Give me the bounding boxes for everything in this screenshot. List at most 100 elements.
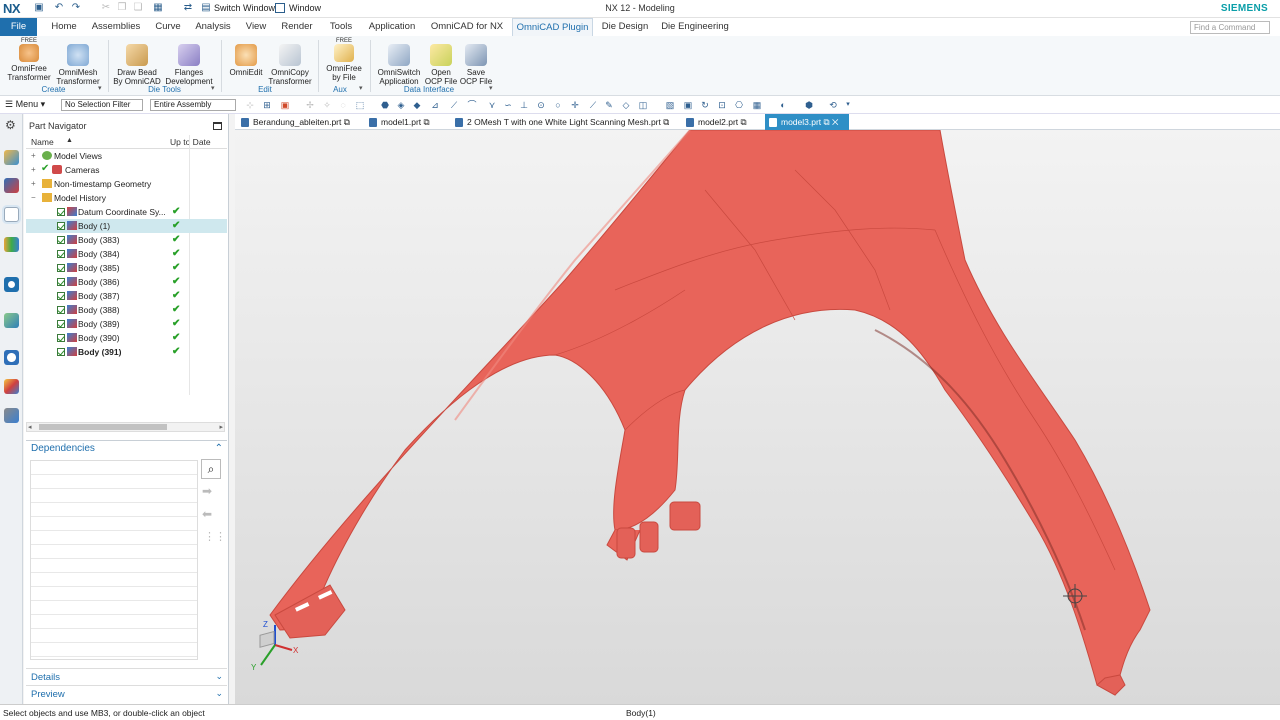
visibility-checkbox[interactable] [57, 320, 65, 328]
filter-icon[interactable]: ⊞ [262, 100, 272, 110]
snap-quadrant-icon[interactable]: ○ [553, 100, 563, 110]
more-dropdown-icon[interactable]: ▾ [843, 100, 853, 110]
tree-item-model-history[interactable]: − Model History [26, 191, 227, 205]
command-search-input[interactable]: Find a Command [1190, 21, 1270, 34]
tab-model1[interactable]: model1.prt ⧉ [365, 114, 443, 130]
rotate-icon[interactable]: ↻ [700, 100, 710, 110]
tab-berandung-ableiten[interactable]: Berandung_ableiten.prt ⧉ [237, 114, 355, 130]
fit-icon[interactable]: ▣ [683, 100, 693, 110]
snap-midpoint-icon[interactable]: ⟋ [449, 100, 459, 110]
expand-icon[interactable]: + [31, 165, 39, 174]
constraint-navigator-icon[interactable] [4, 178, 19, 193]
tab-tools[interactable]: Tools [324, 18, 358, 36]
tab-omnicad-plugin[interactable]: OmniCAD Plugin [512, 18, 593, 36]
expand-down-icon[interactable]: ⌄ [215, 671, 223, 682]
tab-view[interactable]: View [241, 18, 271, 36]
collapse-up-icon[interactable]: ⌃ [215, 443, 223, 454]
column-up-to-date[interactable]: Up to Date [170, 137, 211, 147]
search-icon[interactable]: ⌕ [201, 459, 221, 479]
die-tools-dropdown-icon[interactable]: ▾ [211, 84, 215, 92]
omnimesh-transformer-button[interactable]: OmniMesh Transformer [54, 38, 102, 86]
visibility-checkbox[interactable] [57, 236, 65, 244]
previous-arrow-icon[interactable]: ⬅ [202, 507, 212, 521]
collapse-icon[interactable]: − [31, 193, 39, 202]
details-header[interactable]: Details ⌄ [26, 668, 227, 683]
scroll-left-icon[interactable]: ◂ [28, 423, 32, 431]
display-mode-icon[interactable]: ◐ [778, 100, 788, 110]
tree-item-body-383[interactable]: Body (383) ✔ [26, 233, 227, 247]
close-tab-icon[interactable]: ✕ [832, 117, 838, 127]
layout-icon[interactable]: ▦ [752, 100, 762, 110]
point-icon[interactable]: ✢ [305, 100, 315, 110]
dependencies-header[interactable]: Dependencies ⌃ [26, 440, 227, 455]
snap-endpoint-icon[interactable]: ⊿ [430, 100, 440, 110]
menu-button[interactable]: ☰ Menu ▾ [5, 99, 45, 110]
tree-item-body-390[interactable]: Body (390) ✔ [26, 331, 227, 345]
omnifree-transformer-button[interactable]: FREE OmniFree Transformer [5, 38, 53, 82]
selection-scope-select[interactable]: Entire Assembly [150, 99, 236, 111]
snap-intersection-icon[interactable]: ✛ [570, 100, 580, 110]
omnifree-by-file-button[interactable]: FREE OmniFree by File [322, 38, 366, 82]
visibility-checkbox[interactable] [57, 348, 65, 356]
visibility-checkbox[interactable] [57, 306, 65, 314]
shading-icon[interactable]: ⬢ [804, 100, 814, 110]
maximize-icon[interactable] [213, 122, 222, 130]
tab-die-engineering[interactable]: Die Engineering [659, 18, 731, 36]
select-all-icon[interactable]: ▣ [280, 100, 290, 110]
visibility-checkbox[interactable] [57, 278, 65, 286]
save-ocp-file-button[interactable]: Save OCP File [459, 38, 493, 86]
create-group-dropdown-icon[interactable]: ▾ [98, 84, 102, 92]
tab-die-design[interactable]: Die Design [598, 18, 652, 36]
tree-item-body-391[interactable]: Body (391) ✔ [26, 345, 227, 359]
settings-gear-icon[interactable]: ⚙ [5, 118, 16, 132]
expand-icon[interactable]: + [31, 179, 39, 188]
file-tab[interactable]: File [0, 18, 37, 36]
shaded-icon[interactable]: ⬣ [380, 100, 390, 110]
tab-model2[interactable]: model2.prt ⧉ [682, 114, 760, 130]
sort-ascending-icon[interactable]: ▲ [66, 137, 73, 144]
omnicopy-transformer-button[interactable]: OmniCopy Transformer [266, 38, 314, 86]
scroll-right-icon[interactable]: ▸ [219, 423, 223, 431]
tab-home[interactable]: Home [45, 18, 83, 36]
tree-item-non-timestamp-geometry[interactable]: + Non-timestamp Geometry [26, 177, 227, 191]
preview-header[interactable]: Preview ⌄ [26, 685, 227, 700]
snap-tangent-icon[interactable]: ⊥ [519, 100, 529, 110]
clock-icon[interactable] [4, 350, 19, 365]
graphics-window[interactable]: Z X Y [235, 130, 1280, 704]
snap-arc-icon[interactable]: ⌒ [467, 100, 477, 110]
feature-icon[interactable]: ◆ [412, 100, 422, 110]
visibility-checkbox[interactable] [57, 334, 65, 342]
snap-curve-icon[interactable]: ∽ [503, 100, 513, 110]
tree-item-body-386[interactable]: Body (386) ✔ [26, 275, 227, 289]
render-icon[interactable]: ⎔ [734, 100, 744, 110]
snap-line-icon[interactable]: ⟋ [588, 100, 598, 110]
visibility-checkbox[interactable] [57, 208, 65, 216]
visibility-checkbox[interactable] [57, 222, 65, 230]
history-icon[interactable] [4, 313, 19, 328]
tab-analysis[interactable]: Analysis [192, 18, 234, 36]
tree-item-body-384[interactable]: Body (384) ✔ [26, 247, 227, 261]
roles-icon[interactable] [4, 379, 19, 394]
rectangle-select-icon[interactable]: ⬚ [355, 100, 365, 110]
expand-icon[interactable]: + [31, 151, 39, 160]
omniswitch-application-button[interactable]: OmniSwitch Application [374, 38, 424, 86]
fender-model[interactable]: Z X Y [235, 130, 1280, 704]
part-navigator-icon[interactable] [4, 207, 19, 222]
visibility-checkbox[interactable] [57, 264, 65, 272]
tab-model3[interactable]: model3.prt ⧉ ✕ [765, 114, 849, 130]
snap-surface-icon[interactable]: ◇ [621, 100, 631, 110]
cursor-icon[interactable]: ✧ [322, 100, 332, 110]
column-name[interactable]: Name [31, 137, 54, 147]
next-arrow-icon[interactable]: ➡ [202, 484, 212, 498]
snap-center-icon[interactable]: ⊙ [536, 100, 546, 110]
snap-control-icon[interactable]: ⋎ [487, 100, 497, 110]
tree-item-datum[interactable]: Datum Coordinate Sy... ✔ [26, 205, 227, 219]
tree-item-cameras[interactable]: + ✔ Cameras [26, 163, 227, 177]
snap-icon[interactable]: ⊹ [245, 100, 255, 110]
aux-dropdown-icon[interactable]: ▾ [359, 84, 363, 92]
tab-render[interactable]: Render [277, 18, 317, 36]
tab-assemblies[interactable]: Assemblies [88, 18, 144, 36]
snap-face-icon[interactable]: ✎ [604, 100, 614, 110]
scrollbar-thumb[interactable] [39, 424, 167, 430]
tree-item-body-388[interactable]: Body (388) ✔ [26, 303, 227, 317]
